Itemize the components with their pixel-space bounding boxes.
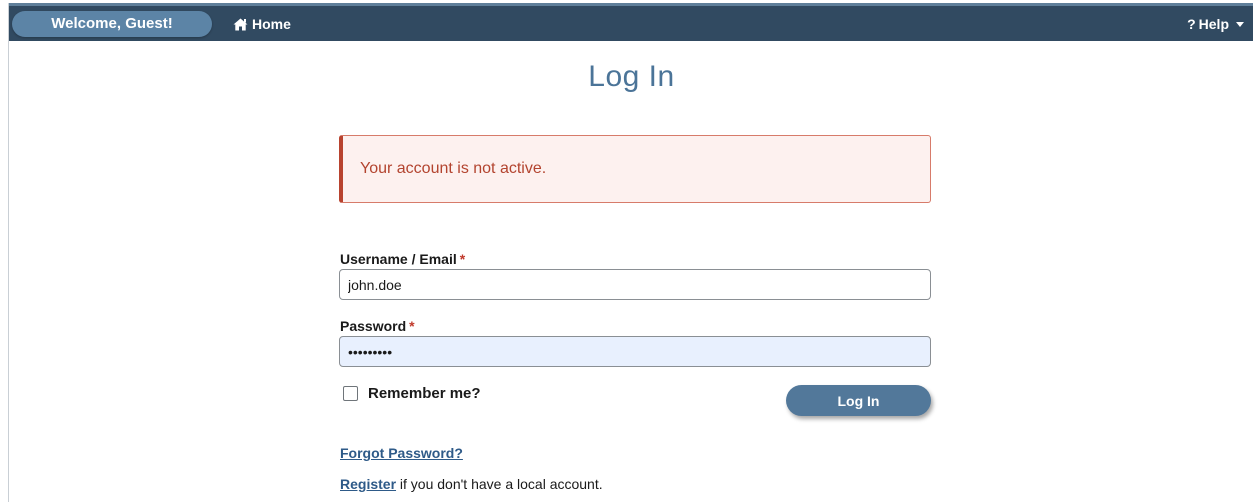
required-marker: *: [459, 251, 466, 267]
remember-me-checkbox[interactable]: [343, 386, 358, 401]
home-label: Home: [252, 16, 291, 32]
remember-me-toggle[interactable]: Remember me?: [343, 385, 481, 402]
register-suffix: if you don't have a local account.: [396, 476, 603, 492]
page-title: Log In: [588, 60, 675, 93]
caret-down-icon: [1236, 21, 1244, 27]
required-marker: *: [409, 318, 415, 334]
login-button[interactable]: Log In: [786, 385, 931, 416]
password-label: Password *: [340, 318, 415, 334]
register-link[interactable]: Register: [340, 476, 396, 492]
username-label-text: Username / Email: [340, 251, 457, 267]
question-icon: ?: [1187, 16, 1196, 32]
page-frame: Welcome, Guest! Home ? Help Log In Your …: [8, 3, 1253, 502]
username-input[interactable]: [339, 269, 931, 300]
top-navbar: Welcome, Guest! Home ? Help: [9, 3, 1253, 41]
password-label-text: Password: [340, 318, 407, 334]
password-input[interactable]: [339, 336, 931, 367]
home-link[interactable]: Home: [233, 15, 291, 33]
username-label: Username / Email *: [340, 251, 465, 267]
home-icon: [233, 18, 248, 31]
forgot-password-row: Forgot Password?: [340, 445, 463, 461]
remember-me-label: Remember me?: [368, 385, 481, 402]
forgot-password-link[interactable]: Forgot Password?: [340, 445, 463, 461]
welcome-badge: Welcome, Guest!: [12, 11, 212, 37]
error-alert: Your account is not active.: [339, 135, 931, 203]
alert-message: Your account is not active.: [360, 160, 547, 177]
help-label: Help: [1198, 16, 1229, 32]
help-menu[interactable]: ? Help: [1187, 15, 1244, 33]
register-row: Register if you don't have a local accou…: [340, 476, 603, 492]
